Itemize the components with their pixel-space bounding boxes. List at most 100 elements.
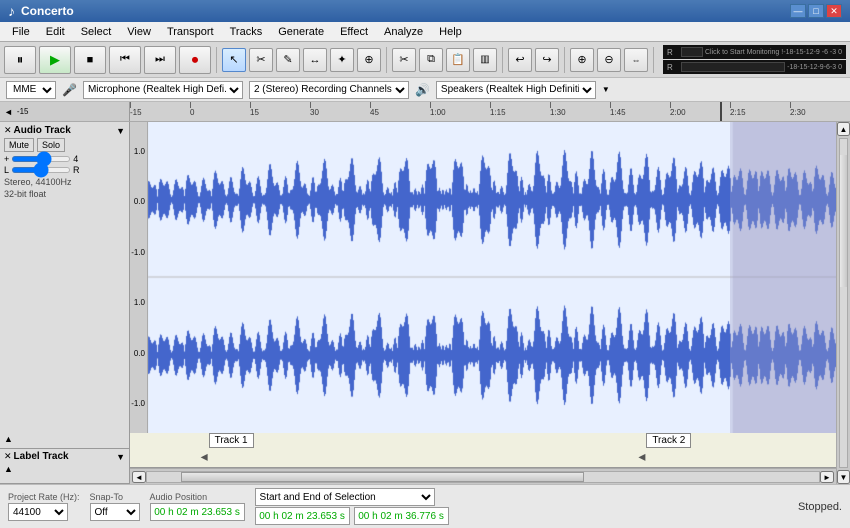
- zoom-in-button[interactable]: ⊕: [570, 48, 594, 72]
- vu-output-meter[interactable]: [681, 62, 785, 72]
- label-track-dropdown[interactable]: ▼: [116, 452, 125, 462]
- play-button[interactable]: ▶: [39, 46, 71, 74]
- scroll-track[interactable]: [146, 471, 820, 483]
- vscroll-thumb[interactable]: [840, 155, 847, 286]
- host-select[interactable]: MME: [6, 81, 56, 99]
- label1-text[interactable]: Track 1: [209, 433, 254, 448]
- label2-arrow: ◂: [638, 448, 645, 465]
- stopped-status: Stopped.: [798, 501, 842, 513]
- pan-right-label: R: [73, 165, 80, 175]
- zoom-out-button[interactable]: ⊖: [597, 48, 621, 72]
- sep3: [502, 47, 503, 73]
- audio-track-collapse[interactable]: ▲: [4, 433, 13, 445]
- channels-select[interactable]: 2 (Stereo) Recording Channels: [249, 81, 409, 99]
- next-button[interactable]: ⏭: [144, 46, 176, 74]
- fit-button[interactable]: ⇔: [624, 48, 648, 72]
- vscroll-up-button[interactable]: ▲: [837, 122, 850, 136]
- label1-arrow: ◂: [201, 448, 208, 465]
- ruler-mark-1:45: 1:45: [610, 102, 626, 117]
- sep4: [564, 47, 565, 73]
- record-button[interactable]: ⏺: [179, 46, 211, 74]
- gain-plus-icon: +: [4, 154, 9, 164]
- label-track-body: Track 1 ◂ Track 2 ◂: [130, 433, 836, 468]
- y--1.0-bot: -1.0: [130, 399, 147, 408]
- label-track-controls: ▲: [4, 464, 125, 474]
- menu-transport[interactable]: Transport: [159, 24, 222, 40]
- audio-track-controls: Mute Solo: [4, 138, 125, 152]
- multi-tool[interactable]: ⊕: [357, 48, 381, 72]
- menu-select[interactable]: Select: [73, 24, 120, 40]
- vscroll-down-button[interactable]: ▼: [837, 470, 850, 484]
- minimize-button[interactable]: —: [790, 4, 806, 18]
- audio-waveform-area: 1.0 0.0 -1.0 1.0 0.0 -1.0: [130, 122, 836, 433]
- vu-input-meter[interactable]: [681, 47, 703, 57]
- output-select[interactable]: Speakers (Realtek High Definiti...: [436, 81, 596, 99]
- trim-button[interactable]: ▥: [473, 48, 497, 72]
- zoom-indicator: -15: [17, 107, 29, 116]
- ruler-mark-1:30: 1:30: [550, 102, 566, 117]
- vscrollbar: ▲ ▼: [836, 122, 850, 484]
- paste-button[interactable]: 📋: [446, 48, 470, 72]
- statusbar: Project Rate (Hz): 44100 Snap-To Off Aud…: [0, 484, 850, 528]
- audio-track-dropdown[interactable]: ▼: [116, 126, 125, 136]
- undo-button[interactable]: ↩: [508, 48, 532, 72]
- draw-tool[interactable]: ✎: [276, 48, 300, 72]
- zoom-tool[interactable]: ↔: [303, 48, 327, 72]
- menu-view[interactable]: View: [119, 24, 159, 40]
- ruler-marks: -1501530451:001:151:301:452:002:152:302:…: [130, 102, 850, 121]
- menu-analyze[interactable]: Analyze: [376, 24, 431, 40]
- sep1: [216, 47, 217, 73]
- menu-tracks[interactable]: Tracks: [222, 24, 271, 40]
- sep5: [653, 47, 654, 73]
- audio-track-title-row: ✕ Audio Track ▼: [4, 125, 125, 136]
- close-button[interactable]: ✕: [826, 4, 842, 18]
- copy-button[interactable]: ⧉: [419, 48, 443, 72]
- maximize-button[interactable]: □: [808, 4, 824, 18]
- cut-button[interactable]: ✂: [392, 48, 416, 72]
- time-tool[interactable]: ✦: [330, 48, 354, 72]
- audio-pos-input[interactable]: [150, 503, 245, 521]
- vscroll-track[interactable]: [839, 138, 848, 468]
- menu-help[interactable]: Help: [431, 24, 470, 40]
- project-rate-select[interactable]: 44100: [8, 503, 68, 521]
- pan-slider[interactable]: [11, 167, 71, 173]
- menu-edit[interactable]: Edit: [38, 24, 73, 40]
- ruler-bar: ◄ -15 -1501530451:001:151:301:452:002:15…: [0, 102, 850, 122]
- solo-button[interactable]: Solo: [37, 138, 65, 152]
- redo-button[interactable]: ↪: [535, 48, 559, 72]
- vu-db-labels: !-18-15-12-9 -6 -3 0: [781, 49, 842, 56]
- label-track-close[interactable]: ✕: [4, 451, 12, 462]
- vu-meters: R Click to Start Monitoring !-18-15-12-9…: [663, 45, 846, 74]
- vu-output: R -18-15-12-9-6-3 0: [663, 60, 846, 74]
- pan-row: L R: [4, 165, 125, 175]
- mute-button[interactable]: Mute: [4, 138, 34, 152]
- ruler-mark-15: 15: [250, 102, 259, 117]
- selection-inputs: [255, 507, 788, 525]
- menu-effect[interactable]: Effect: [332, 24, 376, 40]
- scroll-right-button[interactable]: ►: [820, 471, 834, 483]
- label2-text[interactable]: Track 2: [646, 433, 691, 448]
- selection-mode-select[interactable]: Start and End of Selection: [255, 488, 435, 506]
- hscrollbar: ◄ ►: [130, 468, 836, 484]
- snap-select[interactable]: Off: [90, 503, 140, 521]
- input-select[interactable]: Microphone (Realtek High Defi...: [83, 81, 243, 99]
- project-rate-label: Project Rate (Hz):: [8, 492, 80, 502]
- pan-left-label: L: [4, 165, 9, 175]
- menu-generate[interactable]: Generate: [270, 24, 332, 40]
- stop-button[interactable]: ■: [74, 46, 106, 74]
- label-track-collapse[interactable]: ▲: [4, 464, 13, 474]
- audio-track-name: Audio Track: [14, 125, 117, 136]
- scroll-left-button[interactable]: ◄: [132, 471, 146, 483]
- scroll-thumb[interactable]: [181, 472, 584, 482]
- label-track2: Track 2 ◂: [638, 433, 691, 465]
- audio-track-close[interactable]: ✕: [4, 125, 12, 136]
- envelope-tool[interactable]: ✂: [249, 48, 273, 72]
- label-track-name: Label Track: [14, 451, 117, 462]
- prev-button[interactable]: ⏮: [109, 46, 141, 74]
- sel-end-input[interactable]: [354, 507, 449, 525]
- y-0.0-top: 0.0: [130, 197, 147, 206]
- sel-start-input[interactable]: [255, 507, 350, 525]
- select-tool[interactable]: ↖: [222, 48, 246, 72]
- menu-file[interactable]: File: [4, 24, 38, 40]
- pause-button[interactable]: ⏸: [4, 46, 36, 74]
